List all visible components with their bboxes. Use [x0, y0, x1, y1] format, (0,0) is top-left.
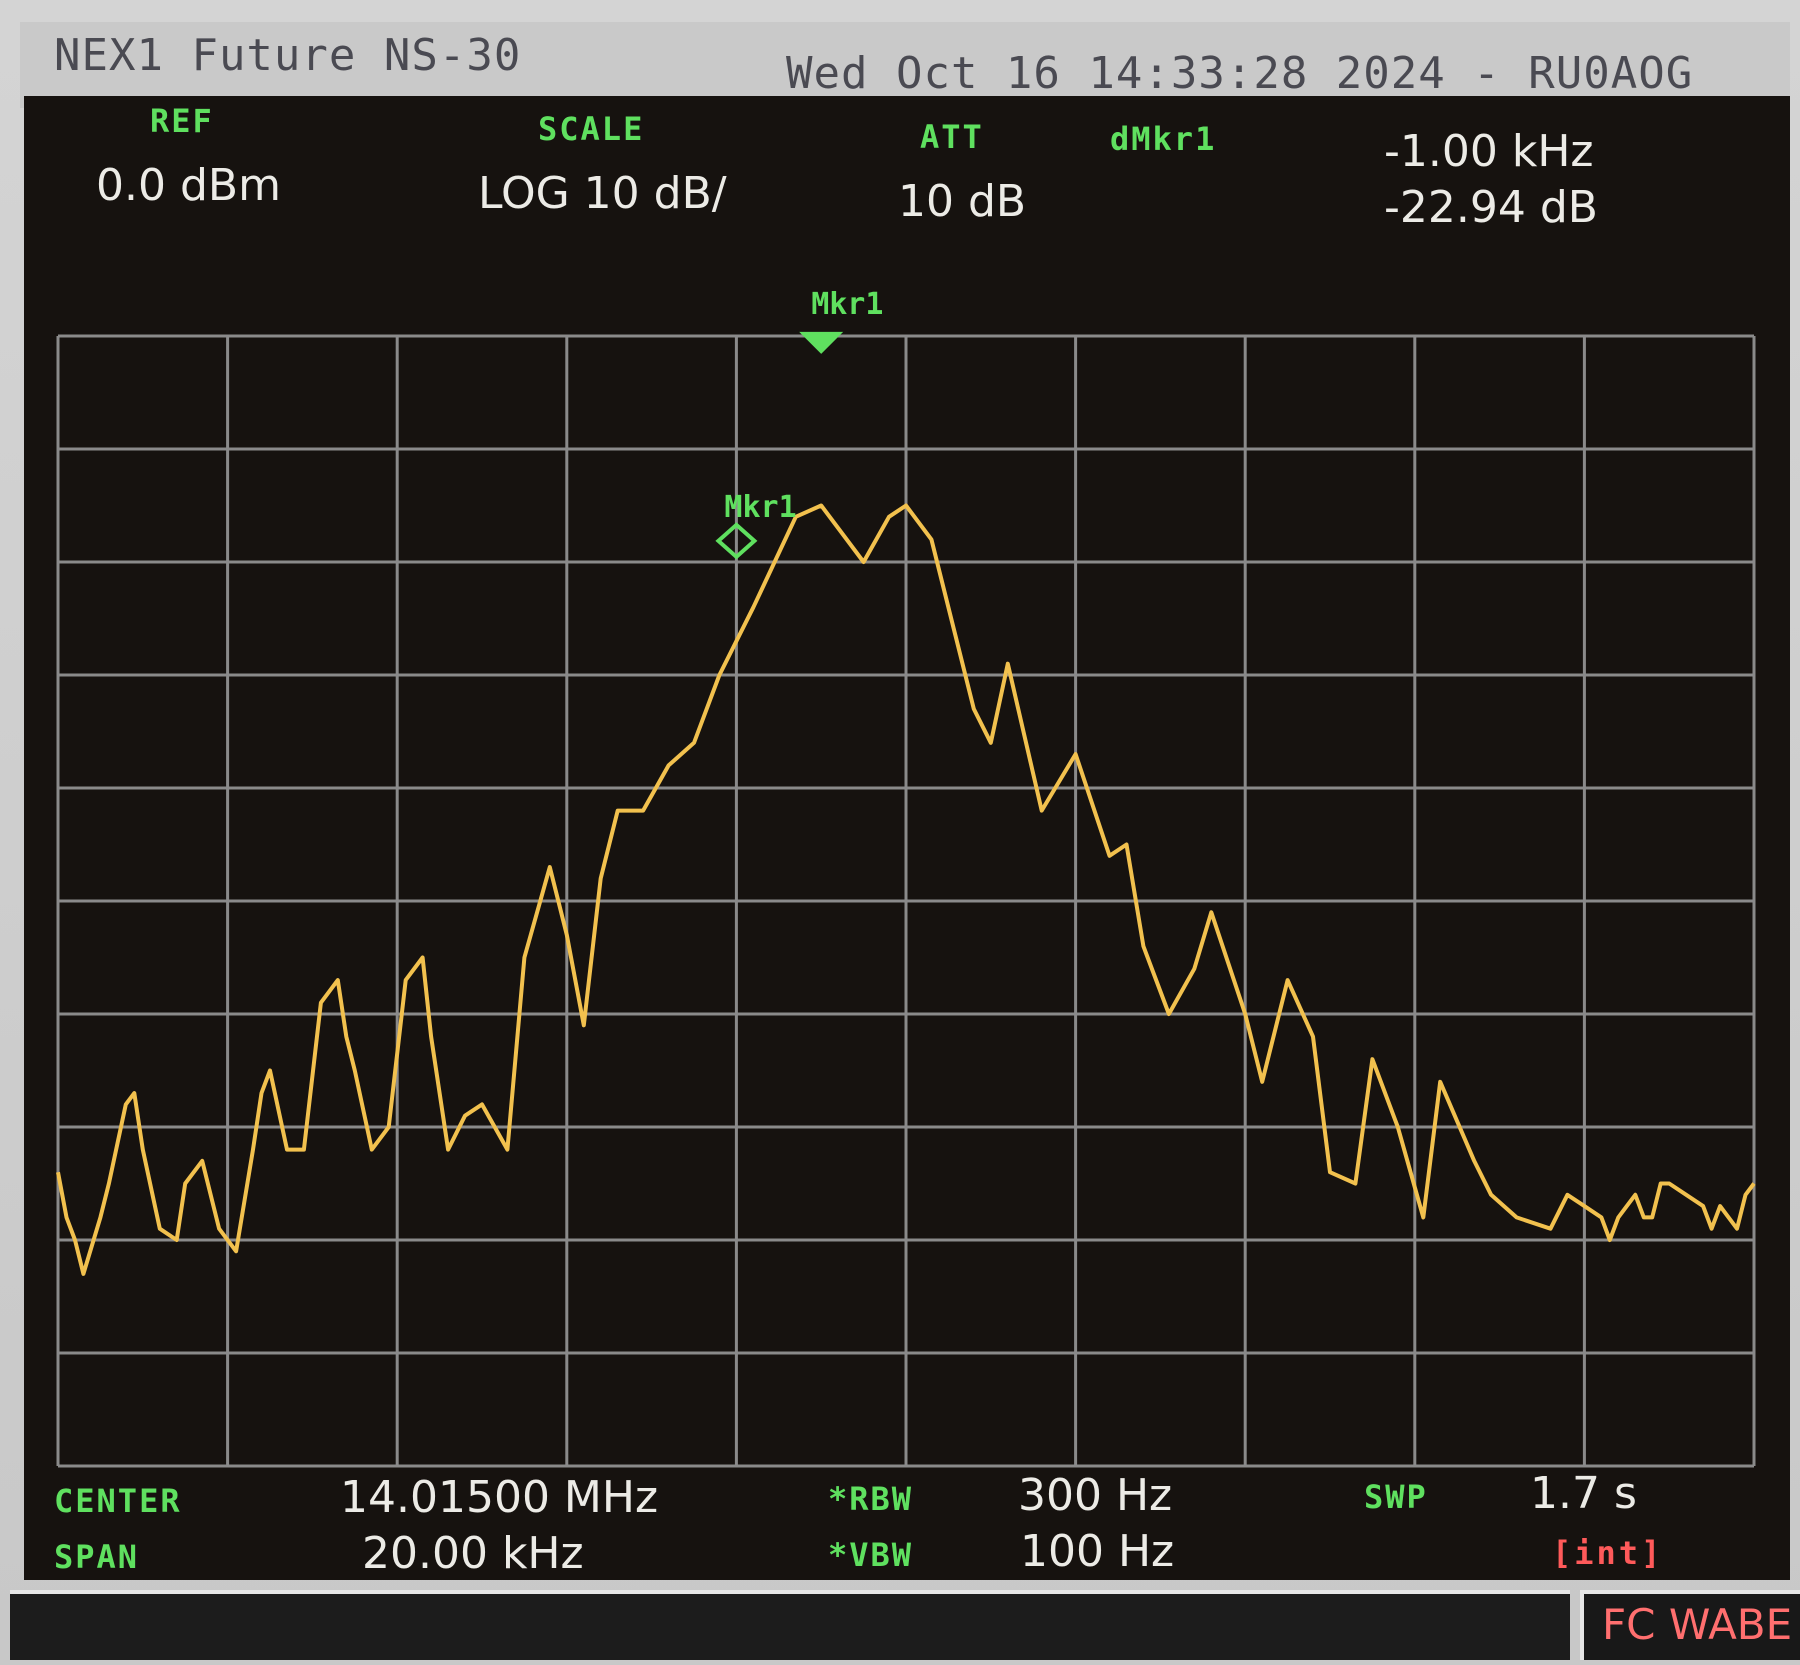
sweep-mode: [int]: [1552, 1534, 1664, 1572]
instrument-name: NEX1 Future NS-30: [54, 30, 522, 81]
sweep-label: SWP: [1364, 1478, 1428, 1516]
marker-delta: Mkr1: [799, 287, 883, 354]
rbw-label: *RBW: [828, 1480, 914, 1518]
fc-status-text: FC WABE: [1602, 1600, 1793, 1649]
marker-reference: Mkr1: [715, 490, 797, 560]
fc-status-box: FC WABE: [1580, 1590, 1800, 1660]
marker-reference-label: Mkr1: [724, 490, 796, 525]
marker-delta-label: Mkr1: [811, 287, 883, 322]
span-label: SPAN: [54, 1538, 140, 1576]
spectrum-plot: Mkr1 Mkr1: [56, 287, 1756, 1468]
status-bar: [10, 1590, 1570, 1660]
vbw-label: *VBW: [828, 1536, 914, 1574]
vbw-value: 100 Hz: [1020, 1526, 1175, 1577]
spectrum-display: REF 0.0 dBm SCALE LOG 10 dB/ ATT 10 dB d…: [24, 96, 1790, 1580]
span-value: 20.00 kHz: [362, 1528, 584, 1579]
datetime-callsign: Wed Oct 16 14:33:28 2024 - RU0AOG: [786, 48, 1694, 99]
center-value: 14.01500 MHz: [340, 1472, 659, 1523]
sweep-value: 1.7 s: [1530, 1468, 1637, 1519]
center-label: CENTER: [54, 1482, 182, 1520]
rbw-value: 300 Hz: [1018, 1470, 1173, 1521]
marker-triangle-icon: [799, 331, 844, 354]
